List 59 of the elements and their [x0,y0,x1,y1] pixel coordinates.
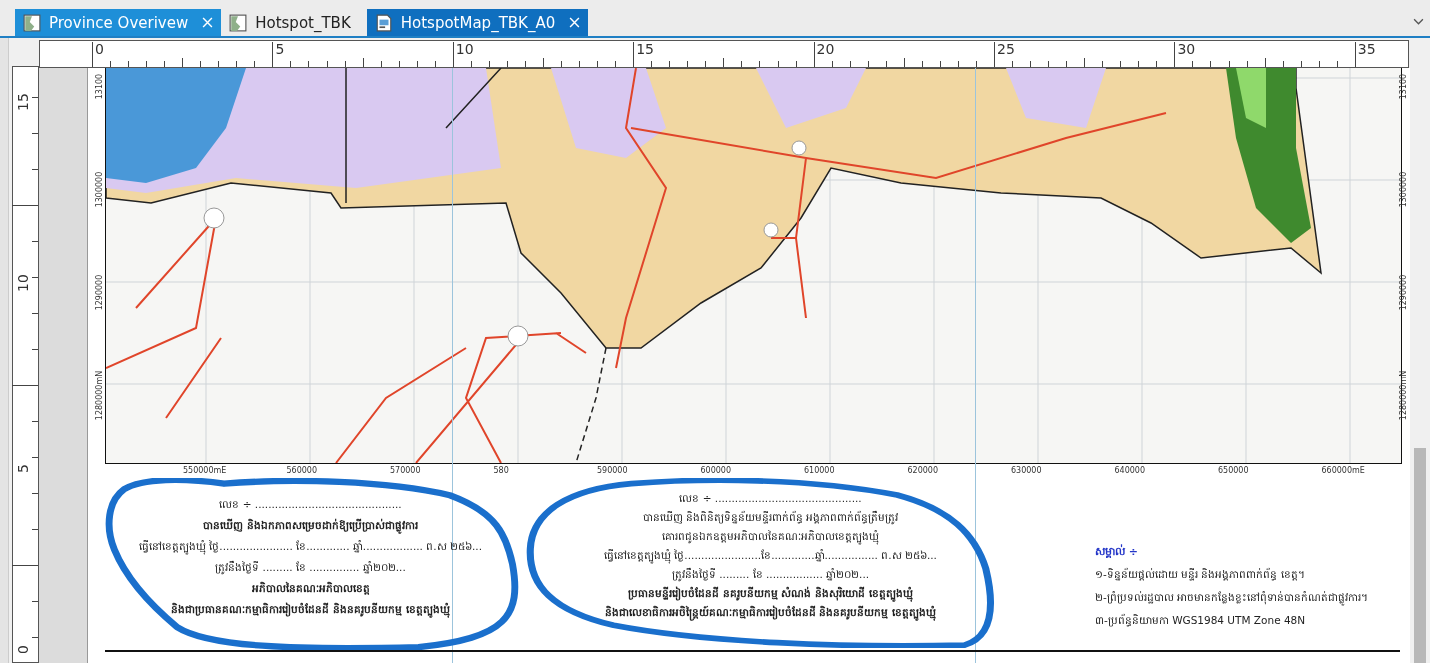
approval-text: អភិបាលនៃគណៈអភិបាលខេត្ត [251,580,370,596]
map-icon [229,13,248,32]
note-text: ២-ព្រំប្រទល់រដ្ឋបាល អាចមានកន្លែងខ្លះនៅពុំទាន់បានកំណត់ជាផ្លូវការ។ [1095,591,1369,606]
scrollbar-thumb[interactable] [1414,448,1426,663]
ruler-label: 35 [1357,41,1376,57]
close-icon[interactable] [202,17,214,28]
grid-label: 570000 [390,466,421,475]
approval-text: លេខ ÷ ............................................ [679,491,862,506]
grid-label: 1300000 [94,170,104,210]
notes-title: សម្គាល់ ÷ [1095,544,1140,560]
grid-label: 630000 [1011,466,1042,475]
approval-text: ត្រូវនឹងថ្ងៃទី ......... ខែ ................. ឆ្នាំ២០២... [671,567,870,582]
grid-label: 1280000mN [94,370,104,421]
grid-label: 1290000 [94,273,104,313]
approval-text: និងជាប្រធានគណៈកម្មាធិការរៀបចំដែនដី និងនគរូបនីយកម្ម ខេត្តត្បូងឃ្មុំ [171,601,450,617]
approval-text: បានឃើញ និងឯកភាពសម្រេចដាក់ឱ្យប្រើប្រាស់ជាផ្លូវការ [203,517,418,533]
grid-label: 600000 [700,466,732,475]
grid-label: 13100 [1398,72,1408,102]
ruler-label: 10 [15,274,32,292]
ruler-label: 5 [275,41,285,57]
document-tab[interactable]: HotspotMap_TBK_A0 [366,9,589,36]
layout-icon [374,13,393,32]
grid-label: 560000 [286,466,318,475]
map-icon [23,13,41,32]
note-text: ៣-ប្រព័ន្ធនិយាមកា WGS1984 UTM Zone 48N [1095,614,1307,629]
grid-label: 1280000mN [1398,370,1408,421]
grid-label: 1290000 [1398,273,1408,313]
ruler-label: 0 [95,41,104,57]
approval-text: បានឃើញ និងពិនិត្យទិន្នន័យមន្ទីរពាក់ព័ន្ធ អង្គភាពពាក់ព័ន្ធត្រឹមត្រូវ [642,510,899,525]
grid-label: 640000 [1114,466,1146,475]
approval-text: ធ្វើនៅខេត្តត្បូងឃ្មុំ ថ្ងៃ...................... ខែ............. ឆ្នាំ.................. ព.ស ២៥៦... [139,538,482,554]
grid-label: 620000 [907,466,939,475]
ruler-label: 15 [15,93,32,111]
grid-label: 1300000 [1398,170,1408,210]
grid-label: 590000 [597,466,628,475]
document-tab[interactable]: Hotspot_TBK [221,9,359,36]
grid-label: 610000 [804,466,835,475]
approval-text: ត្រូវនឹងថ្ងៃទី ......... ខែ ............... ឆ្នាំ២០២... [215,560,406,575]
ruler-label: 25 [997,41,1015,57]
approval-text: ធ្វើនៅខេត្តត្បូងឃ្មុំ ថ្ងៃ.......................ខែ.............ឆ្នាំ................ ព.ស ២៥៦... [604,547,937,563]
chevron-down-icon[interactable] [1413,18,1424,25]
approval-text: លេខ ÷ ............................................ [219,497,402,512]
ruler-label: 30 [1177,41,1196,57]
approval-text: និងជាលេខាធិការអចិន្ត្រៃយ៍គណៈកម្មាធិការរៀបចំដែនដី និងនគរូបនីយកម្ម ខេត្តត្បូងឃ្មុំ [604,604,937,620]
ruler-label: 0 [15,645,32,654]
note-text: ១-ទិន្នន័យផ្តល់ដោយ មន្ទីរ និងអង្គភាពពាក់ព័ន្ធ ខេត្ត។ [1095,568,1306,583]
grid-label: 580 [493,466,509,475]
grid-label: 550000mE [183,466,227,475]
close-icon[interactable] [569,17,581,28]
grid-label: 660000mE [1321,466,1365,475]
document-tab[interactable]: Province Overivew [15,9,222,36]
grid-label: 13100 [94,72,104,102]
ruler-label: 20 [816,41,835,57]
approval-text: ប្រធានមន្ទីររៀបចំដែនដី នគរូបនីយកម្ម សំណង់ និងសុរិយោដី ខេត្តត្បូងឃ្មុំ [628,585,913,601]
approval-text: គោរពជូនឯកឧត្តមអភិបាលនៃគណៈអភិបាលខេត្តត្បូងឃ្មុំ [662,528,879,544]
ruler-label: 15 [636,41,654,57]
ruler-label: 10 [455,41,474,57]
ruler-label: 5 [15,464,32,473]
grid-label: 650000 [1218,466,1249,475]
